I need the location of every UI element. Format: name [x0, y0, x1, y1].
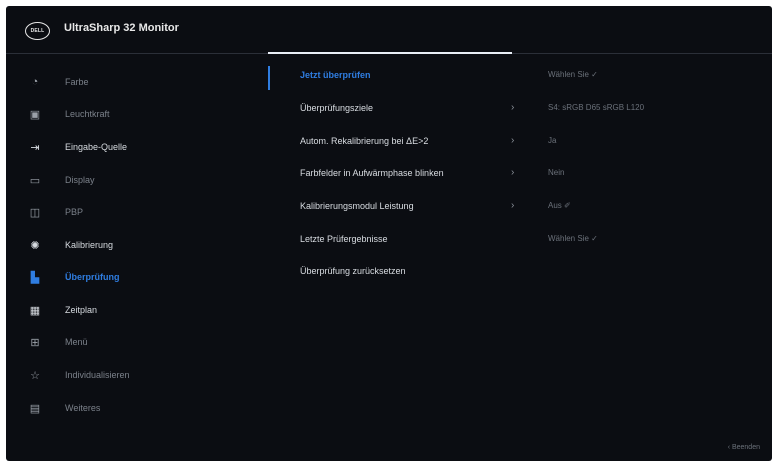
dell-logo-icon: DELL — [25, 22, 50, 40]
others-icon: ▤ — [29, 402, 41, 415]
sidebar-item-pbp[interactable]: ◫ PBP — [28, 204, 83, 220]
chevron-right-icon: › — [511, 135, 515, 146]
selection-indicator — [268, 66, 270, 90]
sidebar-item-leuchtkraft[interactable]: ▣ Leuchtkraft — [28, 106, 110, 122]
row-value: Nein — [548, 168, 565, 177]
validation-icon: ▙ — [30, 271, 40, 284]
sidebar-item-label: Überprüfung — [65, 272, 120, 282]
sidebar-item-label: Farbe — [65, 77, 89, 87]
header-bar: DELL UltraSharp 32 Monitor — [6, 6, 772, 54]
monitor-title: UltraSharp 32 Monitor — [64, 22, 179, 34]
sidebar-item-label: Leuchtkraft — [65, 109, 110, 119]
sidebar-item-ueberpruefung[interactable]: ▙ Überprüfung — [28, 269, 120, 285]
active-section-indicator — [268, 52, 512, 54]
sidebar-item-label: Display — [65, 175, 95, 185]
sidebar-item-label: Menü — [65, 337, 88, 347]
exit-hint[interactable]: ‹ Beenden — [728, 444, 760, 451]
input-source-icon: ⇥ — [30, 141, 40, 154]
schedule-icon: ▦ — [29, 304, 41, 317]
sidebar-item-menue[interactable]: ⊞ Menü — [28, 334, 88, 350]
sidebar-item-label: Eingabe-Quelle — [65, 142, 128, 152]
sidebar-item-zeitplan[interactable]: ▦ Zeitplan — [28, 302, 97, 318]
brightness-icon: ▣ — [29, 108, 41, 121]
row-value: Wählen Sie ✓ — [548, 234, 598, 243]
osd-menu-window: DELL UltraSharp 32 Monitor ◔ Farbe ▣ Leu… — [6, 6, 772, 461]
chevron-right-icon: › — [511, 200, 515, 211]
menu-icon: ⊞ — [30, 336, 40, 349]
sidebar-item-label: Zeitplan — [65, 305, 98, 315]
row-kalibrierungsmodul-leistung[interactable]: Kalibrierungsmodul Leistung — [300, 199, 414, 213]
row-ueberpruefung-zuruecksetzen[interactable]: Überprüfung zurücksetzen — [300, 264, 406, 278]
sidebar-item-label: PBP — [65, 207, 84, 217]
calibration-icon: ✺ — [30, 239, 40, 252]
sidebar-item-eingabe-quelle[interactable]: ⇥ Eingabe-Quelle — [28, 139, 127, 155]
row-value: Wählen Sie ✓ — [548, 70, 598, 79]
sidebar-item-individualisieren[interactable]: ☆ Individualisieren — [28, 367, 130, 383]
sidebar-item-label: Weiteres — [65, 403, 101, 413]
row-jetzt-ueberpruefen[interactable]: Jetzt überprüfen — [300, 68, 371, 82]
sidebar-item-kalibrierung[interactable]: ✺ Kalibrierung — [28, 237, 113, 253]
row-farbfelder-blinken[interactable]: Farbfelder in Aufwärmphase blinken — [300, 166, 444, 180]
pbp-icon: ◫ — [29, 206, 41, 219]
chevron-right-icon: › — [511, 102, 515, 113]
sidebar-item-label: Individualisieren — [65, 370, 130, 380]
row-value: Ja — [548, 136, 557, 145]
row-letzte-pruefergebnisse[interactable]: Letzte Prüfergebnisse — [300, 232, 388, 246]
row-value: S4: sRGB D65 sRGB L120 — [548, 103, 645, 112]
sidebar-item-display[interactable]: ▭ Display — [28, 172, 95, 188]
star-icon: ☆ — [30, 369, 40, 382]
sidebar-item-label: Kalibrierung — [65, 240, 114, 250]
sidebar-item-farbe[interactable]: ◔ Farbe — [28, 74, 89, 90]
display-icon: ▭ — [29, 174, 41, 187]
row-autom-rekalibrierung[interactable]: Autom. Rekalibrierung bei ΔE>2 — [300, 134, 428, 148]
sidebar-item-weiteres[interactable]: ▤ Weiteres — [28, 400, 101, 416]
chevron-right-icon: › — [511, 167, 515, 178]
row-ueberpruefungsziele[interactable]: Überprüfungsziele — [300, 101, 373, 115]
row-value: Aus ✐ — [548, 201, 571, 210]
color-palette-icon: ◔ — [31, 76, 39, 88]
